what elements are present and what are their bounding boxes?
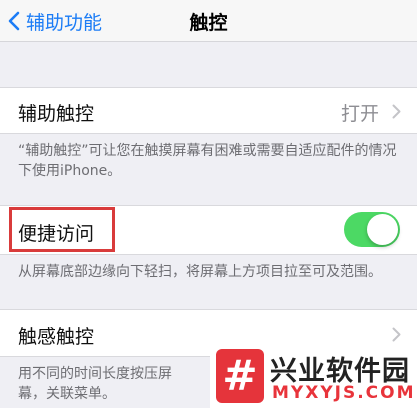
watermark-subtitle: MYXYJS.COM [272,383,416,403]
watermark: # 兴业软件园 MYXYJS.COM [210,343,417,408]
hash-icon: # [222,351,258,400]
haptic-touch-footer: 用不同的时间长度按压屏幕，关联菜单。 [18,366,172,402]
assistive-touch-label: 辅助触控 [18,103,95,125]
chevron-right-icon [392,104,401,119]
haptic-touch-label: 触感触控 [18,326,95,348]
highlight-box [9,207,115,252]
assistive-touch-footer: “辅助触控”可让您在触摸屏幕有困难或需要自适应配件的情况下使用iPhone。 [18,143,397,179]
chevron-right-icon [392,327,401,342]
watermark-logo: # [216,349,264,403]
navigation-bar: 辅助功能 触控 [0,0,417,42]
assistive-touch-value: 打开 [340,103,379,125]
toggle-knob [367,214,398,245]
assistive-touch-row[interactable]: 辅助触控 打开 [0,87,417,134]
reachability-toggle[interactable] [344,212,400,247]
reachability-footer: 从屏幕底部边缘向下轻扫，将屏幕上方项目拉至可及范围。 [18,264,382,280]
page-title: 触控 [189,12,228,34]
